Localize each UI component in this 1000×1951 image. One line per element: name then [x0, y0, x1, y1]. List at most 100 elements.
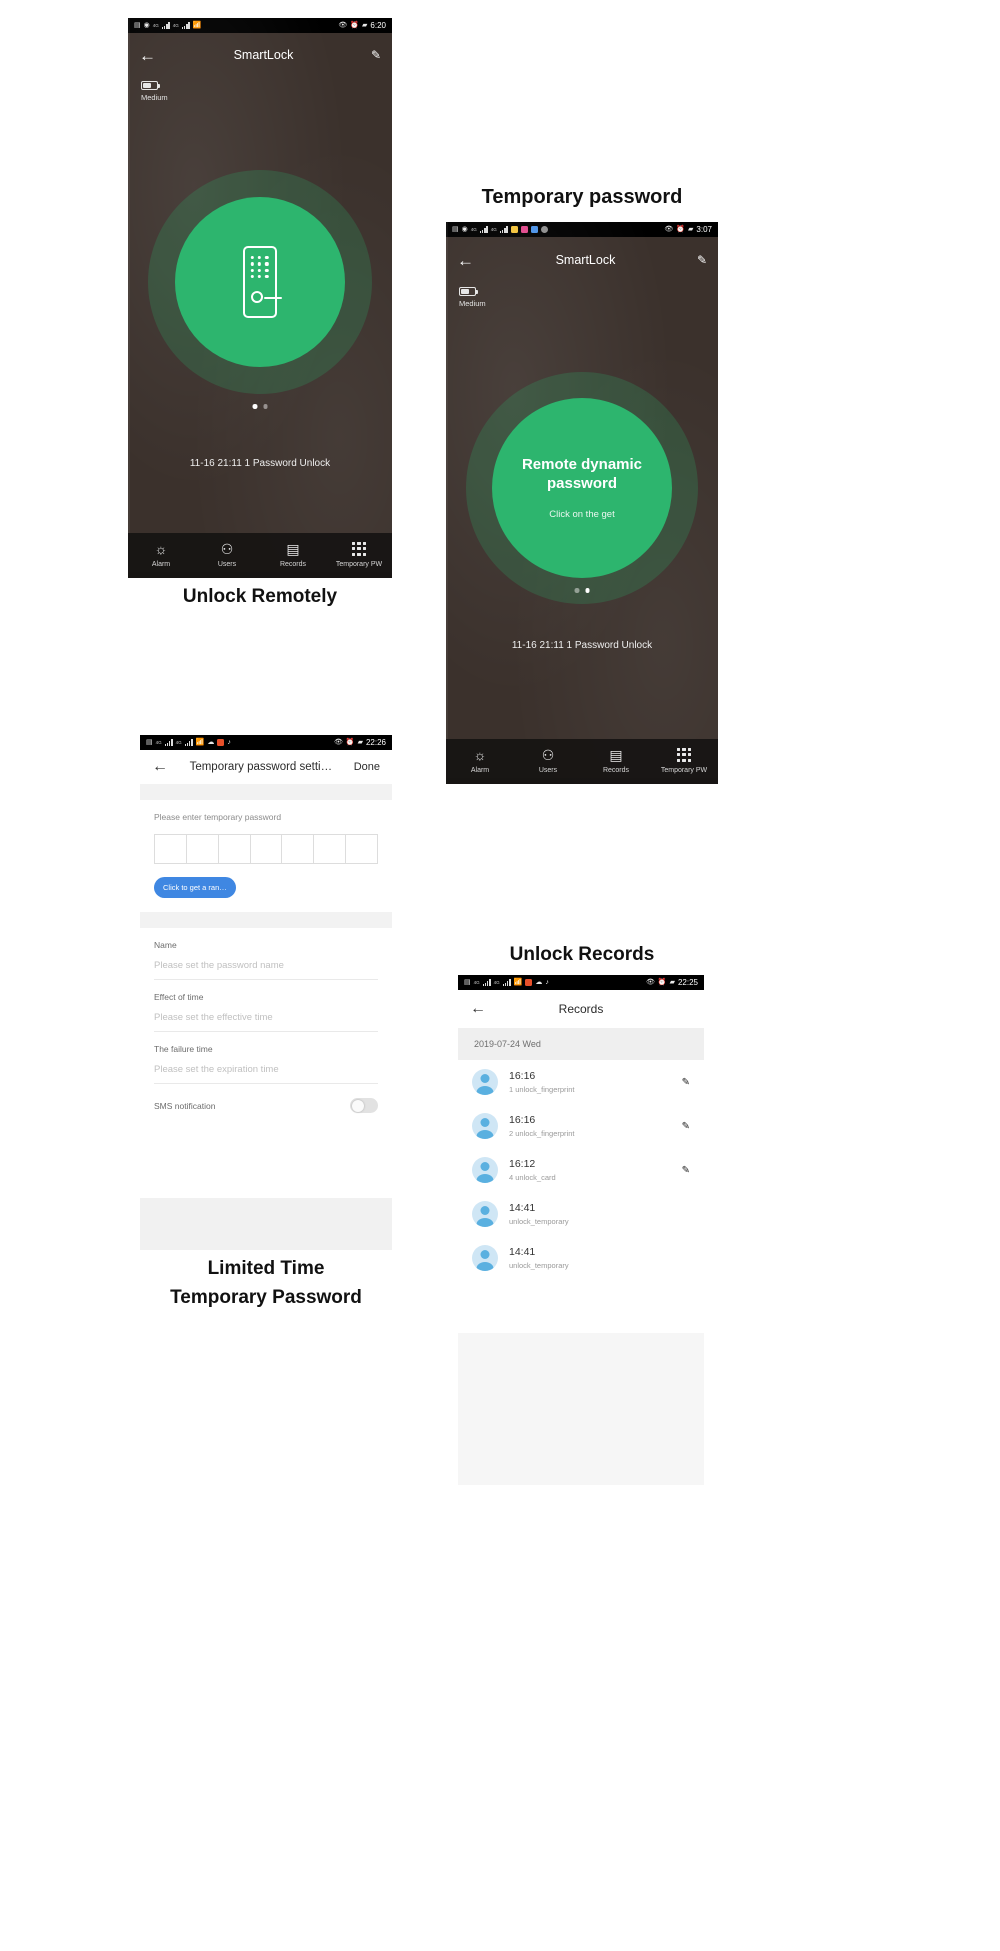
status-left-icons: ▤ 4G 4G 📶 ☁ ♪ [464, 979, 549, 986]
music-note-icon: ♪ [227, 739, 231, 746]
tab-temporary-pw[interactable]: Temporary PW [326, 533, 392, 578]
record-text: 14:41 unlock_temporary [509, 1202, 690, 1226]
password-cell-4[interactable] [250, 834, 283, 864]
alert-notification-icon [217, 739, 225, 746]
avatar [472, 1069, 498, 1095]
users-icon: ⚇ [220, 540, 234, 557]
tab-alarm-label: Alarm [470, 766, 490, 774]
edit-pencil-icon[interactable]: ✎ [682, 1077, 690, 1088]
edit-pencil-icon[interactable]: ✎ [697, 254, 707, 266]
tab-temporary-pw[interactable]: Temporary PW [650, 739, 718, 784]
page-dot-2[interactable] [263, 404, 268, 409]
edit-pencil-icon[interactable]: ✎ [371, 49, 381, 61]
unlock-halo [148, 170, 372, 394]
page-indicator [252, 404, 268, 409]
random-password-button[interactable]: Click to get a ran… [154, 877, 236, 898]
phone-unlock-records: ▤ 4G 4G 📶 ☁ ♪ 👁 ⏰ ▰ 22:25 ← Records 2019… [458, 975, 704, 1485]
back-button[interactable]: ← [470, 1000, 486, 1018]
page-dot-1[interactable] [252, 404, 257, 409]
section-divider-2 [140, 912, 392, 928]
back-button[interactable]: ← [152, 758, 168, 776]
records-screen: ▤ 4G 4G 📶 ☁ ♪ 👁 ⏰ ▰ 22:25 ← Records 2019… [458, 975, 704, 1485]
password-cell-6[interactable] [314, 834, 347, 864]
tab-alarm[interactable]: ☼ Alarm [446, 739, 514, 784]
calendar-icon: ▤ [286, 540, 300, 557]
status-time: 22:25 [677, 978, 698, 987]
smart-lock-device-icon [243, 246, 282, 318]
sms-notification-label: SMS notification [154, 1100, 216, 1111]
battery-icon [141, 81, 161, 90]
record-row-3[interactable]: 16:12 4 unlock_card ✎ [458, 1148, 704, 1192]
record-time: 16:16 [509, 1070, 536, 1082]
battery-status-icon: ▰ [669, 979, 675, 986]
dynamic-password-wrapper[interactable]: Remote dynamic password Click on the get [466, 372, 698, 604]
tab-users-label: Users [538, 766, 558, 774]
record-time: 14:41 [509, 1202, 536, 1214]
tab-users[interactable]: ⚇ Users [514, 739, 582, 784]
field-name: Name Please set the password name [140, 928, 392, 980]
field-failure-input[interactable]: Please set the expiration time [154, 1054, 378, 1084]
caption-limited-time-line1: Limited Time [207, 1258, 325, 1279]
caption-unlock-remotely: Unlock Remotely [182, 586, 338, 607]
tab-users[interactable]: ⚇ Users [194, 533, 260, 578]
password-hint: Please enter temporary password [154, 812, 282, 822]
record-text: 14:41 unlock_temporary [509, 1246, 690, 1270]
record-row-2[interactable]: 16:16 2 unlock_fingerprint ✎ [458, 1104, 704, 1148]
remote-dynamic-password-button[interactable]: Remote dynamic password Click on the get [492, 398, 672, 578]
battery-status-icon: ▰ [357, 739, 363, 746]
password-cell-5[interactable] [282, 834, 315, 864]
caption-temporary-password: Temporary password [481, 186, 683, 208]
password-cell-3[interactable] [218, 834, 251, 864]
status-right-icons: 👁 ⏰ ▰ 22:26 [334, 738, 386, 747]
page-dot-2[interactable] [585, 588, 590, 593]
app-title: SmartLock [555, 253, 616, 267]
field-name-input[interactable]: Please set the password name [154, 950, 378, 980]
unlock-button[interactable] [175, 197, 345, 367]
tab-alarm[interactable]: ☼ Alarm [128, 533, 194, 578]
back-button[interactable]: ← [457, 252, 474, 269]
password-cell-2[interactable] [186, 834, 219, 864]
bottom-filler [140, 1198, 392, 1250]
field-effect-input[interactable]: Please set the effective time [154, 1002, 378, 1032]
dynamic-button-subtitle: Click on the get [549, 509, 615, 521]
alert-notification-icon [525, 979, 533, 986]
tab-records[interactable]: ▤ Records [260, 533, 326, 578]
tab-records[interactable]: ▤ Records [582, 739, 650, 784]
password-cell-7[interactable] [346, 834, 379, 864]
unlock-button-wrapper[interactable] [148, 170, 372, 394]
avatar [472, 1113, 498, 1139]
signal-bars-1-icon [479, 226, 488, 233]
back-button[interactable]: ← [139, 47, 156, 64]
field-name-label: Name [154, 940, 177, 950]
edit-pencil-icon[interactable]: ✎ [682, 1121, 690, 1132]
record-row-1[interactable]: 16:16 1 unlock_fingerprint ✎ [458, 1060, 704, 1104]
edit-pencil-icon[interactable]: ✎ [682, 1165, 690, 1176]
sms-notification-toggle[interactable] [350, 1098, 378, 1113]
settings-screen: ▤ 4G 4G 📶 ☁ ♪ 👁 ⏰ ▰ 22:26 ← Temporary pa… [140, 735, 392, 1250]
record-time: 16:16 [509, 1114, 536, 1126]
battery-label: Medium [141, 93, 168, 102]
tab-temporary-pw-label: Temporary PW [335, 561, 383, 568]
wifi-icon: 📶 [195, 739, 205, 746]
avatar [472, 1201, 498, 1227]
record-row-4[interactable]: 14:41 unlock_temporary [458, 1192, 704, 1236]
signal-bars-2-icon [181, 22, 190, 29]
done-button[interactable]: Done [354, 761, 380, 773]
section-divider-1 [140, 784, 392, 800]
page-dot-1[interactable] [574, 588, 579, 593]
phone-unlock-remotely: ▤ ◉ 4G 4G 📶 👁 ⏰ ▰ 6:20 ← SmartL [128, 18, 392, 578]
password-cell-1[interactable] [154, 834, 187, 864]
last-unlock-record: 11-16 21:11 1 Password Unlock [511, 640, 653, 651]
record-detail: 2 unlock_fingerprint [509, 1129, 575, 1138]
battery-indicator: Medium [141, 81, 392, 102]
record-row-5[interactable]: 14:41 unlock_temporary [458, 1236, 704, 1280]
users-icon: ⚇ [541, 746, 555, 763]
sms-notification-row: SMS notification [140, 1084, 392, 1113]
signal-bars-1-icon [164, 739, 173, 746]
tab-users-label: Users [217, 560, 237, 568]
record-text: 16:16 2 unlock_fingerprint [509, 1114, 671, 1138]
sim-card-icon: ▤ [146, 739, 153, 746]
password-input-cells[interactable] [154, 834, 379, 864]
app-bar: ← Temporary password setti… Done [140, 750, 392, 784]
tab-records-label: Records [602, 766, 630, 774]
